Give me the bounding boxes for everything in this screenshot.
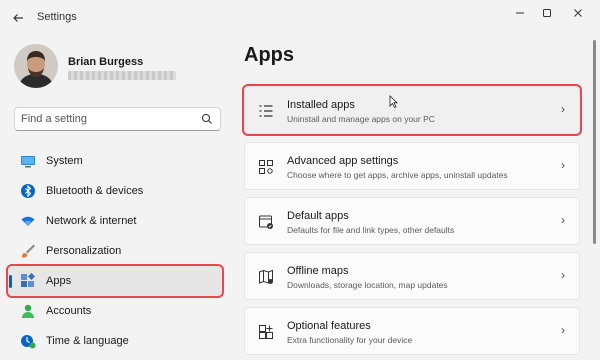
sidebar-item-label: Apps xyxy=(46,275,72,287)
sidebar-item-personalization[interactable]: Personalization xyxy=(8,236,222,266)
sidebar-item-label: Bluetooth & devices xyxy=(46,185,144,197)
card-description: Uninstall and manage apps on your PC xyxy=(287,114,435,124)
wifi-icon xyxy=(20,213,36,229)
sidebar-item-label: Accounts xyxy=(46,305,92,317)
card-description: Extra functionality for your device xyxy=(287,335,413,345)
card-title: Offline maps xyxy=(287,265,349,277)
apps-icon xyxy=(20,273,36,289)
chevron-right-icon: › xyxy=(561,213,565,227)
mouse-cursor-icon xyxy=(389,95,398,109)
close-button[interactable] xyxy=(563,2,593,24)
back-button[interactable] xyxy=(8,8,28,28)
sidebar-item-apps[interactable]: Apps xyxy=(6,264,224,298)
window-title: Settings xyxy=(37,11,77,23)
offline-maps-icon xyxy=(259,269,273,284)
card-advanced-app-settings[interactable]: Advanced app settings Choose where to ge… xyxy=(244,142,580,190)
card-description: Choose where to get apps, archive apps, … xyxy=(287,170,508,180)
chevron-right-icon: › xyxy=(561,268,565,282)
card-default-apps[interactable]: Default apps Defaults for file and link … xyxy=(244,197,580,245)
sidebar-item-label: System xyxy=(46,155,83,167)
scrollbar[interactable] xyxy=(593,40,596,244)
user-profile[interactable]: Brian Burgess xyxy=(14,44,224,90)
card-description: Downloads, storage location, map updates xyxy=(287,280,448,290)
search-box[interactable] xyxy=(14,107,221,131)
close-icon xyxy=(574,9,582,17)
sidebar-item-accounts[interactable]: Accounts xyxy=(8,296,222,326)
user-name: Brian Burgess xyxy=(68,56,144,68)
advanced-app-settings-icon xyxy=(259,160,273,174)
card-title: Default apps xyxy=(287,210,349,222)
time-language-icon xyxy=(20,333,36,349)
maximize-icon xyxy=(543,9,551,17)
sidebar-item-time-language[interactable]: Time & language xyxy=(8,326,222,356)
avatar-photo-icon xyxy=(14,44,58,88)
sidebar-item-network-internet[interactable]: Network & internet xyxy=(8,206,222,236)
sidebar-item-bluetooth-devices[interactable]: Bluetooth & devices xyxy=(8,176,222,206)
optional-features-icon xyxy=(259,325,273,339)
page-title: Apps xyxy=(244,44,294,66)
search-input[interactable] xyxy=(21,111,201,127)
sidebar-item-label: Personalization xyxy=(46,245,122,257)
chevron-right-icon: › xyxy=(561,323,565,337)
accounts-icon xyxy=(20,303,36,319)
card-description: Defaults for file and link types, other … xyxy=(287,225,455,235)
minimize-icon xyxy=(516,12,524,14)
title-bar: Settings xyxy=(0,0,600,34)
sidebar-item-system[interactable]: System xyxy=(8,146,222,176)
card-title: Optional features xyxy=(287,320,371,332)
chevron-right-icon: › xyxy=(561,158,565,172)
sidebar-item-label: Network & internet xyxy=(46,215,137,227)
back-arrow-icon xyxy=(13,14,23,22)
card-installed-apps[interactable]: Installed apps Uninstall and manage apps… xyxy=(242,84,582,136)
sidebar-item-label: Time & language xyxy=(46,335,129,347)
search-icon[interactable] xyxy=(201,113,213,125)
user-email-redacted xyxy=(68,71,176,80)
selected-indicator xyxy=(9,275,12,288)
default-apps-icon xyxy=(259,215,273,229)
sidebar-nav: System Bluetooth & devices Network & int… xyxy=(6,146,224,356)
card-title: Installed apps xyxy=(287,99,355,111)
bluetooth-icon xyxy=(20,183,36,199)
card-offline-maps[interactable]: Offline maps Downloads, storage location… xyxy=(244,252,580,300)
minimize-button[interactable] xyxy=(505,2,535,24)
brush-icon xyxy=(20,243,36,259)
card-optional-features[interactable]: Optional features Extra functionality fo… xyxy=(244,307,580,355)
card-title: Advanced app settings xyxy=(287,155,399,167)
maximize-button[interactable] xyxy=(532,2,562,24)
chevron-right-icon: › xyxy=(561,102,565,116)
system-icon xyxy=(20,153,36,169)
installed-apps-icon xyxy=(259,105,273,117)
avatar xyxy=(14,44,58,88)
